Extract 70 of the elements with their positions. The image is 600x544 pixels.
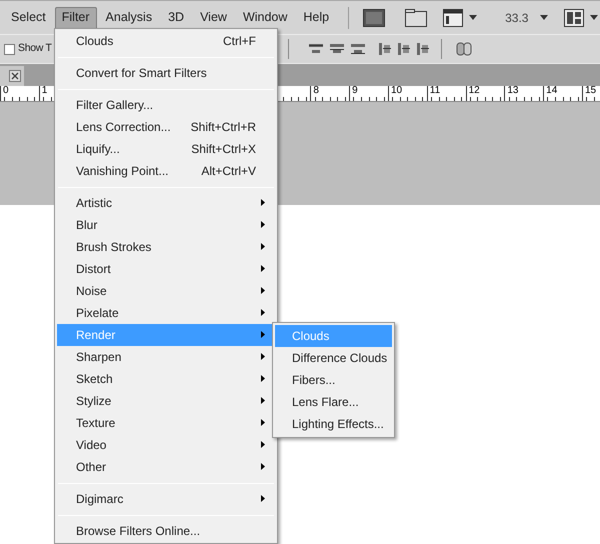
submenu-option[interactable]: Brush Strokes [57,236,275,258]
ruler-label: 13 [507,85,518,97]
submenu-arrow-icon [261,331,265,338]
submenu-option[interactable]: Other [57,456,275,478]
checkbox-label: Show T [18,41,52,56]
arrange-documents-icon[interactable] [564,8,584,26]
ruler-label: 12 [468,85,480,97]
submenu-option[interactable]: Difference Clouds [275,347,392,369]
menu-option[interactable]: Lens Correction... Shift+Ctrl+R [57,116,275,138]
submenu-option[interactable]: Lighting Effects... [275,413,392,435]
submenu-arrow-icon [261,221,265,228]
document-tab[interactable] [0,66,24,86]
menu-option[interactable]: Liquify... Shift+Ctrl+X [57,138,275,160]
distribute-icons-drawing[interactable] [378,41,429,57]
submenu-arrow-icon [261,441,265,448]
submenu-option[interactable]: Artistic [57,192,275,214]
caret-icon [590,15,598,20]
screen-mode-icon[interactable] [443,8,464,26]
submenu-option[interactable]: Blur [57,214,275,236]
caret-icon [540,15,548,20]
menu-item[interactable]: Analysis [98,6,160,28]
ruler-label: 11 [430,85,440,97]
menu-item[interactable]: Help [296,6,336,28]
checkbox[interactable] [4,44,15,54]
menu-option[interactable]: Convert for Smart Filters [57,62,275,84]
close-icon[interactable] [9,70,21,82]
menu-option[interactable]: Clouds Ctrl+F [57,30,275,52]
menu-item[interactable]: Filter [54,6,97,28]
submenu-arrow-icon [261,243,265,250]
submenu-arrow-icon [261,353,265,360]
submenu-option[interactable]: Fibers... [275,369,392,391]
menu-option[interactable]: Browse Filters Online... [57,520,275,542]
submenu-option[interactable]: Stylize [57,390,275,412]
submenu-option[interactable]: Digimarc [57,488,275,510]
ruler-label: 1 [42,85,48,97]
mb-icon[interactable] [405,8,428,26]
zoom-level[interactable]: 33.3 [505,8,528,26]
submenu-arrow-icon [261,287,265,294]
auto-align-icon[interactable] [456,41,472,57]
menu-item[interactable]: Select [4,6,53,28]
ruler-label: 8 [313,85,319,97]
submenu-arrow-icon [261,463,265,470]
submenu-option[interactable]: Pixelate [57,302,275,324]
menu-option[interactable]: Vanishing Point... Alt+Ctrl+V [57,160,275,182]
submenu-option[interactable]: Distort [57,258,275,280]
submenu-arrow-icon [261,495,265,502]
br-icon[interactable] [363,8,386,26]
submenu-option[interactable]: Sharpen [57,346,275,368]
submenu-option[interactable]: Texture [57,412,275,434]
menu-option[interactable]: Filter Gallery... [57,94,275,116]
submenu-arrow-icon [261,199,265,206]
menu-item[interactable]: 3D [161,6,192,28]
submenu-option[interactable]: Noise [57,280,275,302]
submenu-arrow-icon [261,397,265,404]
ruler-label: 10 [390,85,402,97]
menu-item[interactable]: Window [236,6,294,28]
submenu-arrow-icon [261,265,265,272]
ruler-label: 14 [546,85,558,97]
submenu-arrow-icon [261,309,265,316]
caret-icon [469,15,478,20]
submenu-arrow-icon [261,419,265,426]
ruler-label: 0 [3,85,9,97]
submenu-option[interactable]: Video [57,434,275,456]
ruler-label: 15 [584,85,596,97]
align-icons-drawing[interactable] [308,42,367,56]
submenu-option[interactable]: Sketch [57,368,275,390]
submenu-option[interactable]: Lens Flare... [275,391,392,413]
menu-item[interactable]: View [193,6,234,28]
submenu-arrow-icon [261,375,265,382]
ruler-label: 9 [352,85,358,97]
